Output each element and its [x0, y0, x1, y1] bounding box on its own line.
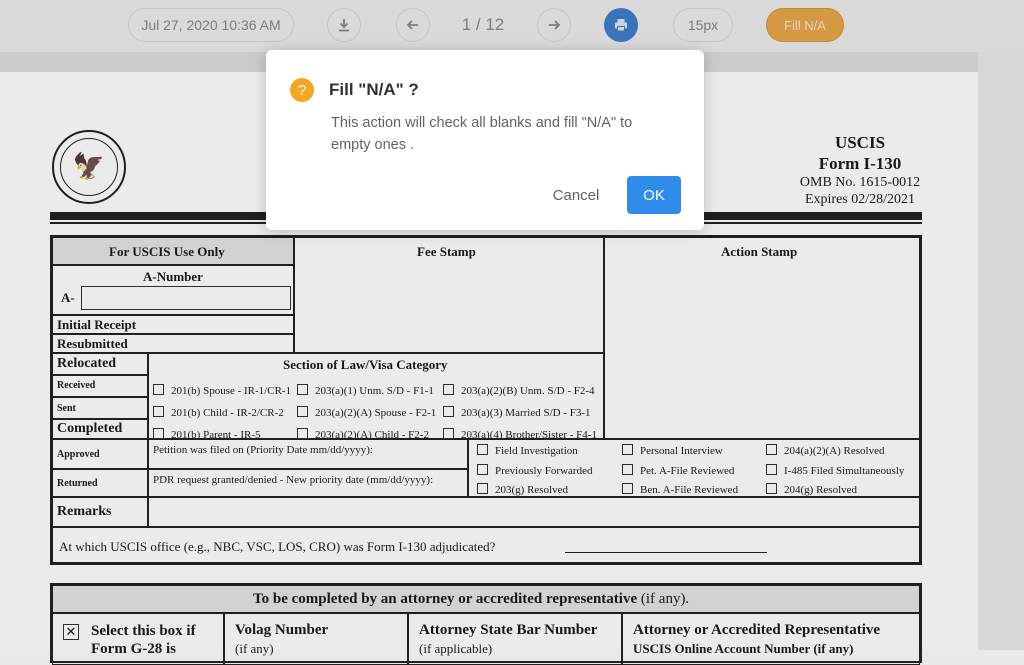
fill-na-dialog: ? Fill "N/A" ? This action will check al…: [266, 50, 704, 230]
dialog-title: Fill "N/A" ?: [329, 80, 419, 99]
question-icon: ?: [290, 78, 314, 102]
cancel-button[interactable]: Cancel: [536, 176, 616, 214]
dialog-message: This action will check all blanks and fi…: [331, 115, 633, 153]
ok-button[interactable]: OK: [627, 176, 681, 214]
